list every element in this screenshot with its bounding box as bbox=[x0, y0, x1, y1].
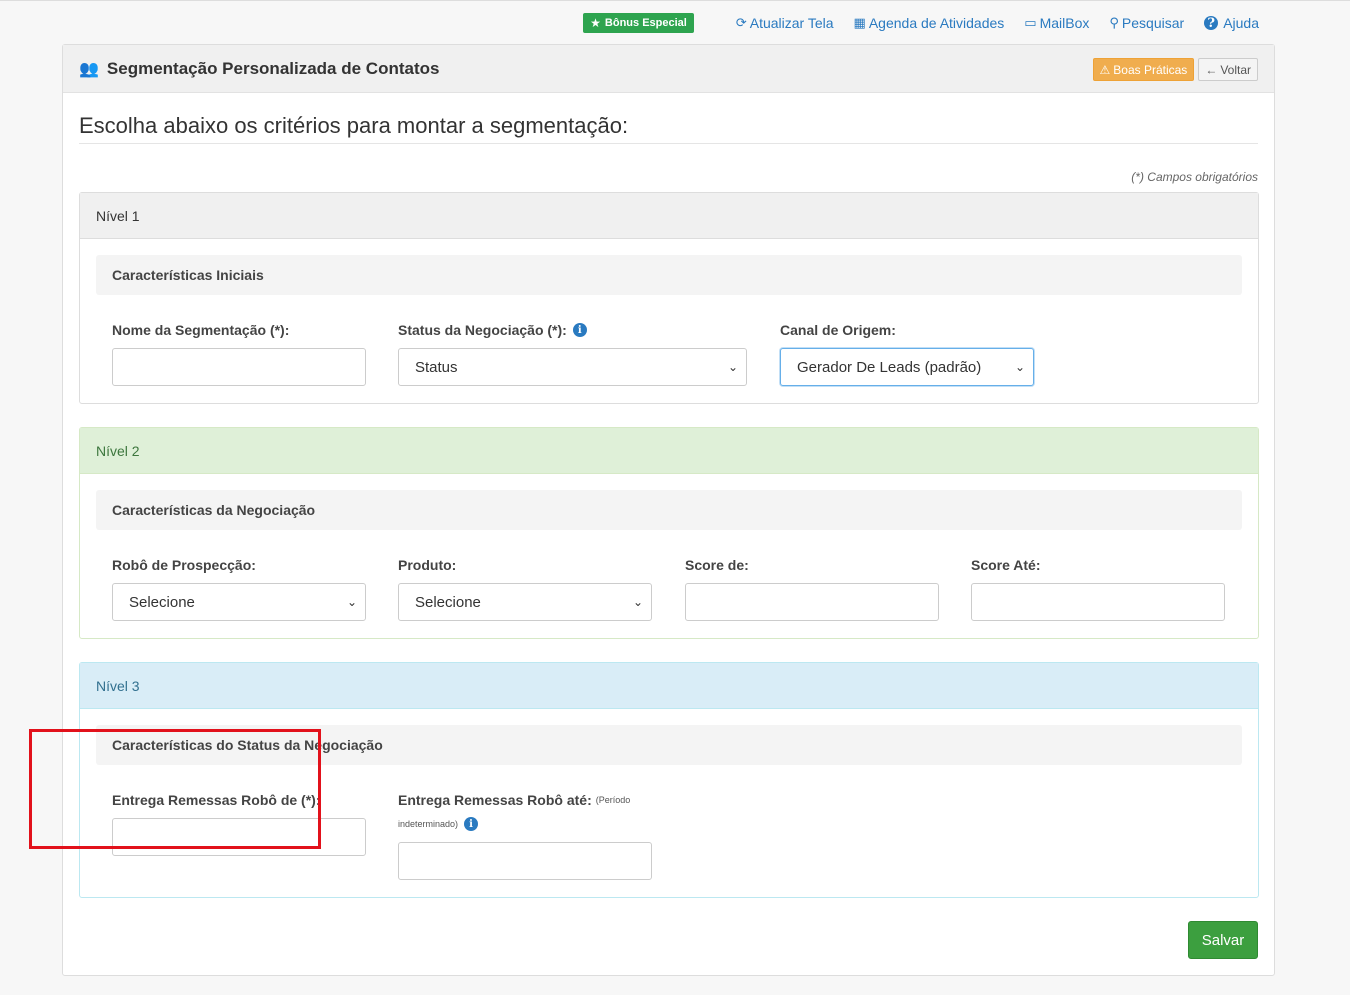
info-icon[interactable]: i bbox=[464, 817, 479, 831]
intro-heading: Escolha abaixo os critérios para montar … bbox=[79, 113, 629, 138]
status-negociacao-label: Status da Negociação (*): bbox=[398, 322, 567, 338]
indeterminado-note: indeterminado) bbox=[398, 819, 459, 829]
boas-praticas-label: Boas Práticas bbox=[1113, 62, 1188, 77]
users-icon: 👥 bbox=[79, 60, 99, 78]
produto-value: Selecione bbox=[415, 593, 481, 611]
nav-mailbox-label: MailBox bbox=[1039, 15, 1090, 31]
caracteristicas-negociacao-heading: Características da Negociação bbox=[96, 490, 1242, 530]
produto-select[interactable]: Selecione ⌄ bbox=[398, 583, 652, 621]
help-icon: ? bbox=[1204, 16, 1219, 31]
canal-origem-value: Gerador De Leads (padrão) bbox=[797, 358, 982, 376]
bonus-label: Bônus Especial bbox=[604, 17, 687, 29]
entrega-remessas-ate-input[interactable] bbox=[398, 842, 652, 880]
canal-origem-select[interactable]: Gerador De Leads (padrão) ⌄ bbox=[780, 348, 1034, 386]
status-negociacao-label-wrap: Status da Negociação (*): i bbox=[398, 322, 587, 338]
warning-icon: ⚠ bbox=[1099, 62, 1111, 77]
top-bar: ★ Bônus Especial ⟳ Atualizar Tela ▦ Agen… bbox=[0, 0, 1350, 40]
nav-pesquisar[interactable]: ⚲ Pesquisar bbox=[1109, 15, 1184, 31]
score-de-label: Score de: bbox=[685, 557, 749, 573]
panel-nivel-3-title: Nível 3 bbox=[80, 663, 1258, 709]
panel-nivel-1-title: Nível 1 bbox=[80, 193, 1258, 239]
chevron-down-icon: ⌄ bbox=[632, 595, 643, 609]
periodo-note: (Período bbox=[595, 795, 631, 805]
entrega-remessas-ate-note-wrap: indeterminado) i bbox=[398, 817, 479, 831]
mailbox-icon: ▭ bbox=[1024, 15, 1037, 30]
salvar-button[interactable]: Salvar bbox=[1188, 921, 1258, 959]
star-icon: ★ bbox=[590, 16, 601, 30]
nav-mailbox[interactable]: ▭ MailBox bbox=[1024, 15, 1089, 31]
highlight-annotation bbox=[29, 729, 321, 849]
entrega-remessas-ate-label-wrap: Entrega Remessas Robô até: (Período bbox=[398, 792, 630, 808]
robo-prospeccao-label: Robô de Prospecção: bbox=[112, 557, 256, 573]
chevron-down-icon: ⌄ bbox=[1014, 360, 1025, 374]
refresh-icon: ⟳ bbox=[735, 15, 747, 30]
bonus-especial-badge[interactable]: ★ Bônus Especial bbox=[583, 13, 694, 33]
nav-pesquisar-label: Pesquisar bbox=[1121, 15, 1185, 31]
arrow-left-icon: ← bbox=[1205, 62, 1218, 77]
nome-segmentacao-label: Nome da Segmentação (*): bbox=[112, 322, 290, 338]
voltar-label: Voltar bbox=[1220, 62, 1251, 77]
produto-label: Produto: bbox=[398, 557, 457, 573]
voltar-button[interactable]: ← Voltar bbox=[1198, 58, 1258, 81]
score-de-input[interactable] bbox=[685, 583, 939, 621]
panel-nivel-1: Nível 1 Características Iniciais Nome da… bbox=[79, 192, 1259, 404]
nav-ajuda-label: Ajuda bbox=[1223, 15, 1259, 31]
score-ate-label: Score Até: bbox=[971, 557, 1041, 573]
chevron-down-icon: ⌄ bbox=[727, 360, 738, 374]
nav-ajuda[interactable]: ? Ajuda bbox=[1204, 15, 1259, 31]
card-header: 👥 Segmentação Personalizada de Contatos … bbox=[63, 45, 1274, 93]
panel-nivel-2-title: Nível 2 bbox=[80, 428, 1258, 474]
nav-agenda[interactable]: ▦ Agenda de Atividades bbox=[854, 15, 1005, 31]
panel-nivel-2: Nível 2 Características da Negociação Ro… bbox=[79, 427, 1259, 639]
entrega-remessas-ate-label: Entrega Remessas Robô até: bbox=[398, 792, 592, 808]
canal-origem-label: Canal de Origem: bbox=[780, 322, 896, 338]
caracteristicas-iniciais-heading: Características Iniciais bbox=[96, 255, 1242, 295]
robo-prospeccao-select[interactable]: Selecione ⌄ bbox=[112, 583, 366, 621]
calendar-icon: ▦ bbox=[853, 15, 866, 30]
score-ate-input[interactable] bbox=[971, 583, 1225, 621]
robo-prospeccao-value: Selecione bbox=[129, 593, 195, 611]
info-icon[interactable]: i bbox=[572, 323, 587, 337]
search-icon: ⚲ bbox=[1109, 15, 1119, 30]
nav-agenda-label: Agenda de Atividades bbox=[868, 15, 1005, 31]
chevron-down-icon: ⌄ bbox=[346, 595, 357, 609]
divider bbox=[79, 143, 1258, 144]
status-negociacao-select[interactable]: Status ⌄ bbox=[398, 348, 747, 386]
card-title: Segmentação Personalizada de Contatos bbox=[106, 58, 440, 78]
top-nav: ★ Bônus Especial ⟳ Atualizar Tela ▦ Agen… bbox=[583, 13, 1259, 33]
status-negociacao-value: Status bbox=[415, 358, 458, 376]
nome-segmentacao-input[interactable] bbox=[112, 348, 366, 386]
boas-praticas-button[interactable]: ⚠ Boas Práticas bbox=[1092, 58, 1195, 81]
nav-atualizar-label: Atualizar Tela bbox=[749, 15, 834, 31]
required-fields-note: (*) Campos obrigatórios bbox=[1131, 170, 1258, 184]
nav-atualizar-tela[interactable]: ⟳ Atualizar Tela bbox=[736, 15, 834, 31]
